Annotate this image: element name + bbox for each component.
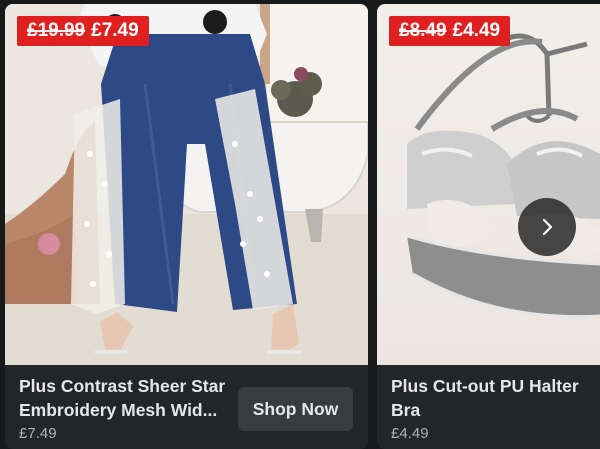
product-title-line: Plus Contrast Sheer Star (19, 376, 226, 396)
chevron-right-icon (542, 218, 553, 236)
shop-now-button[interactable]: Shop Now (238, 387, 353, 431)
product-title-line: Bra (391, 400, 421, 420)
sale-price: £7.49 (91, 20, 139, 41)
original-price: £19.99 (27, 20, 86, 41)
product-title-line: Plus Cut-out PU Halter (391, 376, 579, 396)
product-title[interactable]: Plus Cut-out PU Halter Bra (391, 374, 591, 422)
sale-price-tag: £8.49 £4.49 (389, 16, 511, 46)
product-title[interactable]: Plus Contrast Sheer Star Embroidery Mesh… (19, 374, 234, 422)
product-price: £4.49 (391, 425, 429, 442)
product-image[interactable]: £8.49 £4.49 (377, 4, 600, 365)
product-title-line: Embroidery Mesh Wid... (19, 400, 218, 420)
product-card-1[interactable]: £19.99 £7.49 Plus Contrast Sheer Star Emb… (5, 4, 368, 449)
sale-price-tag: £19.99 £7.49 (17, 16, 149, 46)
sale-price: £4.49 (452, 20, 501, 41)
product-photo-pants (5, 4, 368, 365)
product-price: £7.49 (19, 425, 57, 442)
original-price: £8.49 (399, 20, 447, 41)
product-image[interactable]: £19.99 £7.49 (5, 4, 368, 365)
carousel-next-button[interactable] (518, 198, 576, 256)
product-photo-bra (406, 33, 600, 319)
